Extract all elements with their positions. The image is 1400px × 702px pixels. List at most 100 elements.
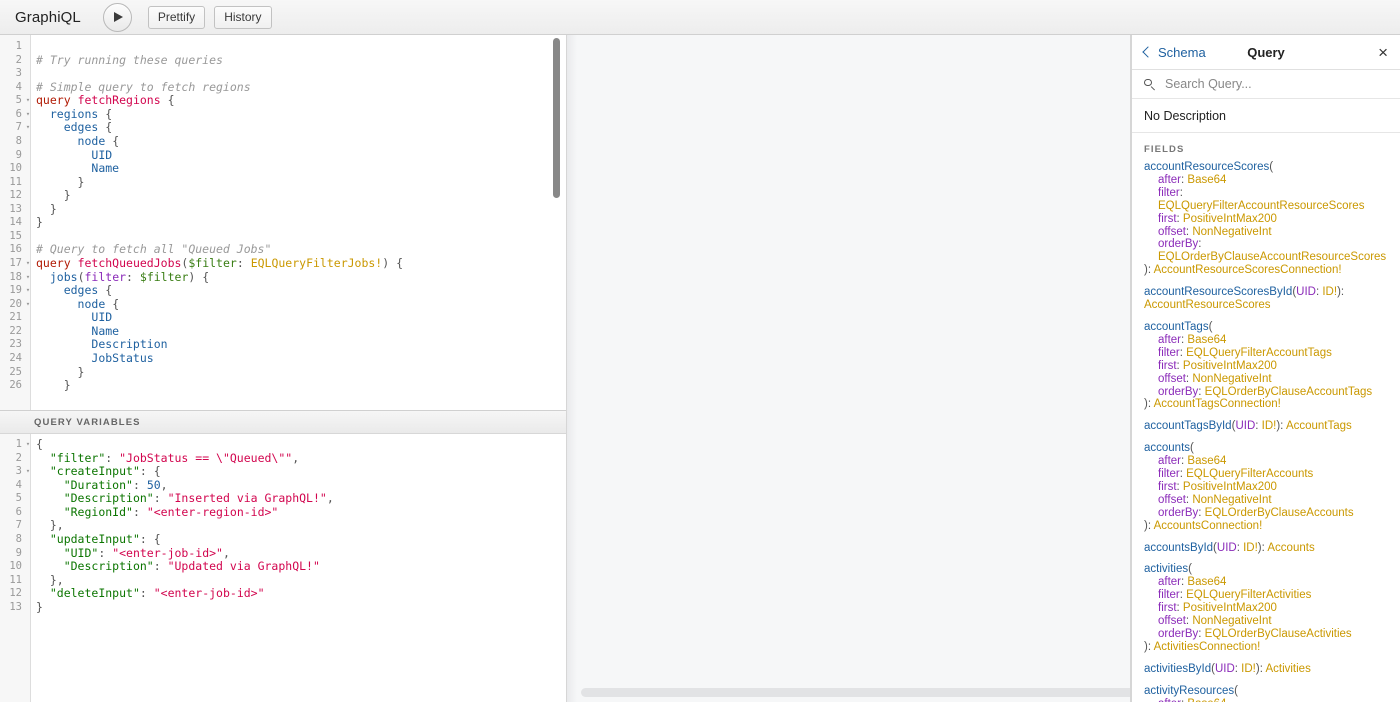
docs-arg-type[interactable]: EQLOrderByClauseAccounts (1205, 507, 1354, 519)
docs-arg-type[interactable]: EQLQueryFilterAccountResourceScores (1158, 200, 1364, 212)
docs-arg-name[interactable]: first (1158, 213, 1177, 225)
docs-field[interactable]: accountResourceScores(after: Base64 filte… (1144, 161, 1388, 277)
fold-toggle-icon[interactable]: ▾ (24, 284, 32, 298)
docs-field-name[interactable]: activitiesById (1144, 663, 1211, 675)
docs-arg-type[interactable]: EQLOrderByClauseAccountTags (1205, 386, 1372, 398)
docs-arg-type[interactable]: PositiveIntMax200 (1183, 602, 1277, 614)
docs-field-name[interactable]: accountResourceScoresById (1144, 286, 1292, 298)
docs-arg-type[interactable]: PositiveIntMax200 (1183, 481, 1277, 493)
docs-field[interactable]: accountTags(after: Base64 filter: EQLQuer… (1144, 321, 1388, 411)
docs-field-name[interactable]: activities (1144, 563, 1188, 575)
query-code[interactable]: 1 2 # Try running these queries 3 4 # Simple … (0, 35, 566, 393)
variables-code[interactable]: 1 ▾{2 "filter": "JobStatus == \"Queued\""… (0, 434, 566, 614)
query-variables-editor[interactable]: 1 ▾{2 "filter": "JobStatus == \"Queued\""… (0, 434, 566, 702)
prettify-button[interactable]: Prettify (147, 5, 206, 29)
execute-query-button[interactable] (102, 2, 132, 32)
docs-arg-name[interactable]: UID (1217, 542, 1237, 554)
docs-field[interactable]: activityResources(after: Base64filter: E… (1144, 685, 1388, 702)
result-horizontal-scrollbar[interactable] (581, 688, 1130, 697)
fold-toggle-icon[interactable]: ▾ (24, 298, 32, 312)
docs-arg-name[interactable]: first (1158, 481, 1177, 493)
query-variables-header[interactable]: QUERY VARIABLES (0, 410, 566, 434)
docs-return-type[interactable]: AccountResourceScoresConnection! (1154, 264, 1342, 276)
docs-arg-name[interactable]: first (1158, 360, 1177, 372)
docs-arg-name[interactable]: after (1158, 698, 1181, 702)
docs-field-name[interactable]: accounts (1144, 442, 1190, 454)
close-icon[interactable]: × (1378, 44, 1388, 61)
docs-return-type[interactable]: AccountTagsConnection! (1154, 398, 1281, 410)
docs-field[interactable]: activities(after: Base64 filter: EQLQuery… (1144, 563, 1388, 653)
docs-arg-type[interactable]: ID! (1243, 542, 1258, 554)
docs-arg-name[interactable]: offset (1158, 615, 1186, 627)
docs-arg-name[interactable]: offset (1158, 373, 1186, 385)
docs-arg-type[interactable]: EQLQueryFilterActivities (1186, 589, 1311, 601)
docs-field-name[interactable]: accountTags (1144, 321, 1209, 333)
docs-field-name[interactable]: activityResources (1144, 685, 1234, 697)
docs-arg-type[interactable]: Base64 (1187, 455, 1226, 467)
docs-arg-type[interactable]: EQLQueryFilterAccounts (1186, 468, 1313, 480)
docs-arg-type[interactable]: Base64 (1187, 698, 1226, 702)
docs-field-name[interactable]: accountTagsById (1144, 420, 1232, 432)
docs-return-type[interactable]: AccountResourceScores (1144, 299, 1271, 311)
docs-arg-type[interactable]: EQLOrderByClauseActivities (1205, 628, 1352, 640)
docs-arg-name[interactable]: filter (1158, 589, 1180, 601)
docs-arg-name[interactable]: offset (1158, 494, 1186, 506)
docs-arg-name[interactable]: UID (1235, 420, 1255, 432)
docs-field[interactable]: accountTagsById(UID: ID!): AccountTags (1144, 420, 1388, 433)
docs-return-type[interactable]: ActivitiesConnection! (1154, 641, 1261, 653)
docs-arg-name[interactable]: first (1158, 602, 1177, 614)
docs-arg-type[interactable]: EQLOrderByClauseAccountResourceScores (1158, 251, 1386, 263)
docs-arg-type[interactable]: Base64 (1187, 334, 1226, 346)
docs-search-input[interactable] (1163, 76, 1388, 92)
docs-arg-type[interactable]: Base64 (1187, 174, 1226, 186)
docs-arg-type[interactable]: PositiveIntMax200 (1183, 360, 1277, 372)
docs-arg-name[interactable]: orderBy (1158, 507, 1198, 519)
docs-arg-name[interactable]: offset (1158, 226, 1186, 238)
docs-arg-type[interactable]: NonNegativeInt (1192, 494, 1271, 506)
docs-field[interactable]: accountResourceScoresById(UID: ID!): Acc… (1144, 286, 1388, 312)
docs-field[interactable]: accountsById(UID: ID!): Accounts (1144, 542, 1388, 555)
docs-field[interactable]: accounts(after: Base64 filter: EQLQueryFi… (1144, 442, 1388, 532)
docs-arg-type[interactable]: ID! (1262, 420, 1277, 432)
docs-return-type[interactable]: Accounts (1267, 542, 1314, 554)
docs-search-row[interactable] (1132, 70, 1400, 99)
docs-return-type[interactable]: Activities (1265, 663, 1310, 675)
fold-toggle-icon[interactable]: ▾ (24, 108, 32, 122)
docs-return-type[interactable]: AccountsConnection! (1154, 520, 1263, 532)
history-button[interactable]: History (214, 5, 272, 29)
docs-arg-type[interactable]: ID! (1322, 286, 1337, 298)
docs-arg-type[interactable]: EQLQueryFilterAccountTags (1186, 347, 1332, 359)
fold-toggle-icon[interactable]: ▾ (24, 438, 32, 452)
query-scrollbar-thumb[interactable] (553, 38, 560, 198)
docs-field-name[interactable]: accountsById (1144, 542, 1213, 554)
docs-arg-name[interactable]: after (1158, 455, 1181, 467)
docs-arg-type[interactable]: NonNegativeInt (1192, 226, 1271, 238)
docs-arg-name[interactable]: filter (1158, 187, 1180, 199)
docs-field[interactable]: activitiesById(UID: ID!): Activities (1144, 663, 1388, 676)
fold-toggle-icon[interactable]: ▾ (24, 94, 32, 108)
query-editor[interactable]: 1 2 # Try running these queries 3 4 # Simple … (0, 35, 566, 410)
docs-back-button[interactable]: Schema (1142, 45, 1206, 60)
docs-arg-name[interactable]: UID (1215, 663, 1235, 675)
docs-arg-name[interactable]: filter (1158, 347, 1180, 359)
docs-return-type[interactable]: AccountTags (1286, 420, 1352, 432)
docs-arg-name[interactable]: after (1158, 174, 1181, 186)
query-scrollbar-track[interactable] (551, 35, 566, 410)
docs-arg-name[interactable]: orderBy (1158, 386, 1198, 398)
docs-arg-type[interactable]: Base64 (1187, 576, 1226, 588)
docs-arg-name[interactable]: orderBy (1158, 238, 1198, 250)
docs-arg-name[interactable]: after (1158, 576, 1181, 588)
fold-toggle-icon[interactable]: ▾ (24, 257, 32, 271)
docs-arg-name[interactable]: filter (1158, 468, 1180, 480)
docs-arg-type[interactable]: PositiveIntMax200 (1183, 213, 1277, 225)
docs-field-list[interactable]: accountResourceScores(after: Base64 filte… (1132, 161, 1400, 702)
docs-arg-type[interactable]: NonNegativeInt (1192, 615, 1271, 627)
docs-arg-type[interactable]: ID! (1241, 663, 1256, 675)
docs-field-name[interactable]: accountResourceScores (1144, 161, 1269, 173)
fold-toggle-icon[interactable]: ▾ (24, 271, 32, 285)
fold-toggle-icon[interactable]: ▾ (24, 121, 32, 135)
docs-arg-name[interactable]: UID (1296, 286, 1316, 298)
fold-toggle-icon[interactable]: ▾ (24, 465, 32, 479)
docs-arg-name[interactable]: after (1158, 334, 1181, 346)
docs-arg-type[interactable]: NonNegativeInt (1192, 373, 1271, 385)
